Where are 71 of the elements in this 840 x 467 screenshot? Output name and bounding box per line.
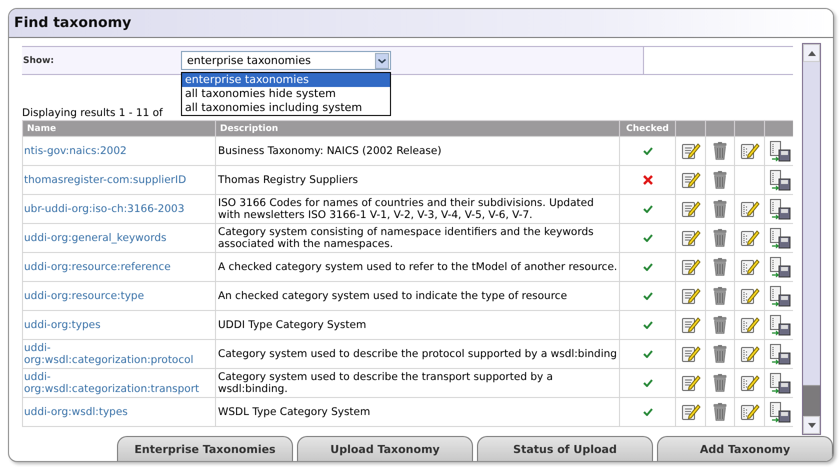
edit-icon[interactable]	[680, 286, 700, 306]
caret-icon	[375, 52, 389, 68]
edit-icon[interactable]	[680, 344, 700, 364]
trash-icon[interactable]	[713, 403, 727, 421]
edit-icon[interactable]	[680, 402, 700, 422]
edit-icon[interactable]	[680, 257, 700, 277]
table-cell: An checked category system used to indicate the type of resource	[218, 290, 568, 302]
table-cell: Business Taxonomy: NAICS (2002 Release)	[218, 144, 442, 157]
taxonomy-link[interactable]: uddi-org:wsdl:categorization:protocol	[24, 342, 214, 366]
export-icon[interactable]	[768, 285, 790, 307]
trash-icon[interactable]	[713, 142, 727, 160]
dropdown-option[interactable]: all taxonomies including system	[182, 101, 390, 115]
trash-icon[interactable]	[713, 258, 727, 276]
edit-icon[interactable]	[680, 141, 700, 161]
edit-icon[interactable]	[680, 315, 700, 335]
bottom-tab[interactable]: Status of Upload	[477, 436, 653, 461]
table-cell: Category system used to describe the protocol supported by a wsdl:binding	[218, 348, 617, 360]
export-icon[interactable]	[768, 343, 790, 365]
column-header: Checked	[620, 120, 676, 136]
export-icon[interactable]	[768, 314, 790, 336]
up-arrow-icon	[808, 50, 816, 56]
table-cell: Category system used to describe the transport supported by a wsdl:binding.	[218, 370, 553, 395]
scroll-up-button[interactable]	[803, 44, 820, 62]
down-arrow-icon	[808, 422, 816, 428]
filter-label: Show:	[22, 56, 55, 66]
table-cell: A checked category system used to refer to the tModel of another resource.	[218, 260, 618, 273]
export-icon[interactable]	[768, 140, 790, 162]
schema-edit-icon[interactable]	[740, 228, 760, 248]
export-icon[interactable]	[768, 169, 790, 191]
table-cell: WSDL Type Category System	[218, 406, 370, 418]
schema-edit-icon[interactable]	[740, 373, 760, 393]
schema-edit-icon[interactable]	[740, 344, 760, 364]
export-icon[interactable]	[768, 198, 790, 220]
schema-edit-icon[interactable]	[740, 286, 760, 306]
dropdown-option[interactable]: all taxonomies hide system	[182, 87, 390, 101]
column-header: Name	[22, 120, 216, 136]
export-icon[interactable]	[768, 227, 790, 249]
edit-icon[interactable]	[680, 199, 700, 219]
trash-icon[interactable]	[713, 200, 727, 218]
schema-edit-icon[interactable]	[740, 402, 760, 422]
bottom-tab[interactable]: Upload Taxonomy	[297, 436, 473, 461]
edit-icon[interactable]	[680, 170, 700, 190]
taxonomy-link[interactable]: uddi-org:wsdl:categorization:transport	[24, 370, 214, 396]
filter-dropdown[interactable]: enterprise taxonomies	[181, 51, 391, 70]
schema-edit-icon[interactable]	[740, 315, 760, 335]
trash-icon[interactable]	[713, 316, 727, 334]
trash-icon[interactable]	[713, 287, 727, 305]
export-icon[interactable]	[768, 256, 790, 278]
results-summary: Displaying results 1 - 11 of	[22, 106, 163, 120]
window-title: Find taxonomy	[14, 15, 132, 31]
column-header: Description	[216, 120, 620, 136]
trash-icon[interactable]	[713, 374, 727, 392]
table-cell: ISO 3166 Codes for names of countries and their subdivisions. Updated with newsletters ISO 3166-1 V-1, V-2, V-3, V-4, V-5, V-6, V-7.	[218, 196, 594, 221]
table-cell: Thomas Registry Suppliers	[218, 174, 358, 186]
schema-edit-icon[interactable]	[740, 257, 760, 277]
bottom-tab[interactable]: Add Taxonomy	[657, 436, 833, 461]
scroll-down-button[interactable]	[803, 416, 820, 434]
trash-icon[interactable]	[713, 229, 727, 247]
trash-icon[interactable]	[713, 171, 727, 189]
trash-icon[interactable]	[713, 345, 727, 363]
export-icon[interactable]	[768, 401, 790, 423]
table-cell: Category system consisting of namespace identifiers and the keywords associated with the namespaces.	[218, 226, 594, 250]
scrollbar[interactable]	[802, 43, 821, 435]
schema-edit-icon[interactable]	[740, 199, 760, 219]
dropdown-option[interactable]: enterprise taxonomies	[182, 73, 390, 87]
edit-icon[interactable]	[680, 228, 700, 248]
edit-icon[interactable]	[680, 373, 700, 393]
schema-edit-icon[interactable]	[740, 141, 760, 161]
export-icon[interactable]	[768, 372, 790, 394]
bottom-tab[interactable]: Enterprise Taxonomies	[117, 436, 293, 461]
table-cell: UDDI Type Category System	[218, 318, 366, 331]
